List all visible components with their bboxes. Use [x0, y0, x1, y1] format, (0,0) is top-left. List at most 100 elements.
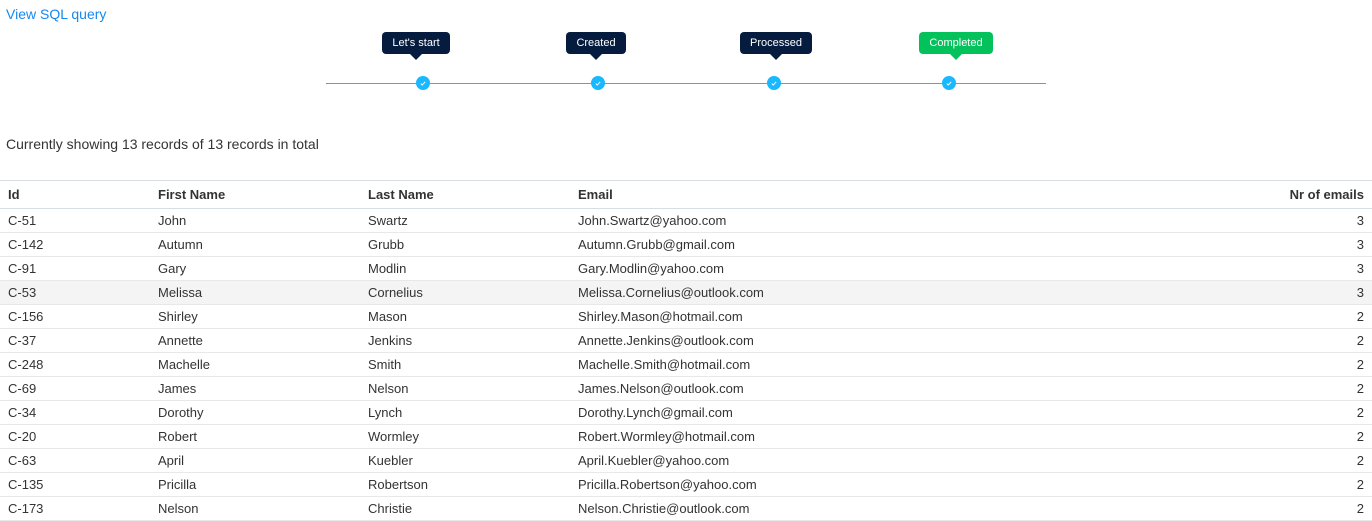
cell-first-name: John: [150, 209, 360, 233]
cell-first-name: Robert: [150, 425, 360, 449]
cell-first-name: Nelson: [150, 497, 360, 521]
cell-first-name: Shirley: [150, 305, 360, 329]
cell-last-name: Mason: [360, 305, 570, 329]
col-nr-emails[interactable]: Nr of emails: [1252, 181, 1372, 209]
col-email[interactable]: Email: [570, 181, 1252, 209]
cell-first-name: April: [150, 449, 360, 473]
cell-nr-emails: 2: [1252, 353, 1372, 377]
col-id[interactable]: Id: [0, 181, 150, 209]
cell-nr-emails: 3: [1252, 257, 1372, 281]
table-row[interactable]: C-20RobertWormleyRobert.Wormley@hotmail.…: [0, 425, 1372, 449]
cell-nr-emails: 2: [1252, 497, 1372, 521]
cell-last-name: Nelson: [360, 377, 570, 401]
check-icon: [945, 76, 953, 91]
cell-email: April.Kuebler@yahoo.com: [570, 449, 1252, 473]
cell-email: Robert.Wormley@hotmail.com: [570, 425, 1252, 449]
cell-nr-emails: 2: [1252, 449, 1372, 473]
step-dot-processed[interactable]: [767, 76, 781, 90]
cell-id: C-20: [0, 425, 150, 449]
table-header-row: Id First Name Last Name Email Nr of emai…: [0, 181, 1372, 209]
cell-id: C-91: [0, 257, 150, 281]
cell-email: Shirley.Mason@hotmail.com: [570, 305, 1252, 329]
table-row[interactable]: C-34DorothyLynchDorothy.Lynch@gmail.com2: [0, 401, 1372, 425]
cell-id: C-34: [0, 401, 150, 425]
cell-last-name: Wormley: [360, 425, 570, 449]
cell-last-name: Smith: [360, 353, 570, 377]
cell-nr-emails: 2: [1252, 329, 1372, 353]
cell-email: Gary.Modlin@yahoo.com: [570, 257, 1252, 281]
cell-first-name: Autumn: [150, 233, 360, 257]
cell-first-name: Melissa: [150, 281, 360, 305]
table-row[interactable]: C-63AprilKueblerApril.Kuebler@yahoo.com2: [0, 449, 1372, 473]
cell-nr-emails: 3: [1252, 233, 1372, 257]
cell-email: Machelle.Smith@hotmail.com: [570, 353, 1252, 377]
cell-id: C-248: [0, 353, 150, 377]
cell-last-name: Kuebler: [360, 449, 570, 473]
table-row[interactable]: C-69JamesNelsonJames.Nelson@outlook.com2: [0, 377, 1372, 401]
cell-nr-emails: 2: [1252, 377, 1372, 401]
cell-id: C-69: [0, 377, 150, 401]
record-summary: Currently showing 13 records of 13 recor…: [0, 130, 1372, 158]
cell-nr-emails: 2: [1252, 473, 1372, 497]
cell-nr-emails: 2: [1252, 401, 1372, 425]
cell-first-name: Dorothy: [150, 401, 360, 425]
results-table: Id First Name Last Name Email Nr of emai…: [0, 180, 1372, 521]
cell-last-name: Christie: [360, 497, 570, 521]
check-icon: [770, 76, 778, 91]
col-first-name[interactable]: First Name: [150, 181, 360, 209]
cell-id: C-135: [0, 473, 150, 497]
cell-nr-emails: 3: [1252, 281, 1372, 305]
step-dot-completed[interactable]: [942, 76, 956, 90]
cell-id: C-173: [0, 497, 150, 521]
cell-last-name: Swartz: [360, 209, 570, 233]
cell-id: C-53: [0, 281, 150, 305]
cell-id: C-63: [0, 449, 150, 473]
step-dot-created[interactable]: [591, 76, 605, 90]
step-label-completed: Completed: [919, 32, 992, 54]
cell-last-name: Cornelius: [360, 281, 570, 305]
col-last-name[interactable]: Last Name: [360, 181, 570, 209]
cell-email: Annette.Jenkins@outlook.com: [570, 329, 1252, 353]
step-dot-lets-start[interactable]: [416, 76, 430, 90]
cell-email: Dorothy.Lynch@gmail.com: [570, 401, 1252, 425]
cell-id: C-51: [0, 209, 150, 233]
step-label-processed: Processed: [740, 32, 812, 54]
cell-email: Autumn.Grubb@gmail.com: [570, 233, 1252, 257]
table-row[interactable]: C-135PricillaRobertsonPricilla.Robertson…: [0, 473, 1372, 497]
cell-first-name: Machelle: [150, 353, 360, 377]
step-label-created: Created: [566, 32, 625, 54]
cell-email: Melissa.Cornelius@outlook.com: [570, 281, 1252, 305]
stepper-line: [326, 83, 1046, 84]
table-row[interactable]: C-248MachelleSmithMachelle.Smith@hotmail…: [0, 353, 1372, 377]
table-row[interactable]: C-53MelissaCorneliusMelissa.Cornelius@ou…: [0, 281, 1372, 305]
cell-email: John.Swartz@yahoo.com: [570, 209, 1252, 233]
step-label-lets-start: Let's start: [382, 32, 449, 54]
cell-nr-emails: 2: [1252, 305, 1372, 329]
table-row[interactable]: C-51JohnSwartzJohn.Swartz@yahoo.com3: [0, 209, 1372, 233]
cell-last-name: Robertson: [360, 473, 570, 497]
cell-last-name: Grubb: [360, 233, 570, 257]
cell-first-name: Annette: [150, 329, 360, 353]
table-row[interactable]: C-91GaryModlinGary.Modlin@yahoo.com3: [0, 257, 1372, 281]
table-row[interactable]: C-156ShirleyMasonShirley.Mason@hotmail.c…: [0, 305, 1372, 329]
check-icon: [594, 76, 602, 91]
cell-id: C-37: [0, 329, 150, 353]
cell-first-name: Gary: [150, 257, 360, 281]
view-sql-link[interactable]: View SQL query: [0, 0, 106, 22]
table-row[interactable]: C-173NelsonChristieNelson.Christie@outlo…: [0, 497, 1372, 521]
cell-email: Nelson.Christie@outlook.com: [570, 497, 1252, 521]
check-icon: [419, 76, 427, 91]
cell-nr-emails: 3: [1252, 209, 1372, 233]
cell-email: James.Nelson@outlook.com: [570, 377, 1252, 401]
cell-id: C-156: [0, 305, 150, 329]
cell-last-name: Modlin: [360, 257, 570, 281]
table-row[interactable]: C-37AnnetteJenkinsAnnette.Jenkins@outloo…: [0, 329, 1372, 353]
table-row[interactable]: C-142AutumnGrubbAutumn.Grubb@gmail.com3: [0, 233, 1372, 257]
progress-stepper: Let's start Created Processed Completed: [326, 22, 1046, 90]
cell-nr-emails: 2: [1252, 425, 1372, 449]
cell-first-name: Pricilla: [150, 473, 360, 497]
cell-last-name: Jenkins: [360, 329, 570, 353]
cell-first-name: James: [150, 377, 360, 401]
cell-last-name: Lynch: [360, 401, 570, 425]
cell-email: Pricilla.Robertson@yahoo.com: [570, 473, 1252, 497]
